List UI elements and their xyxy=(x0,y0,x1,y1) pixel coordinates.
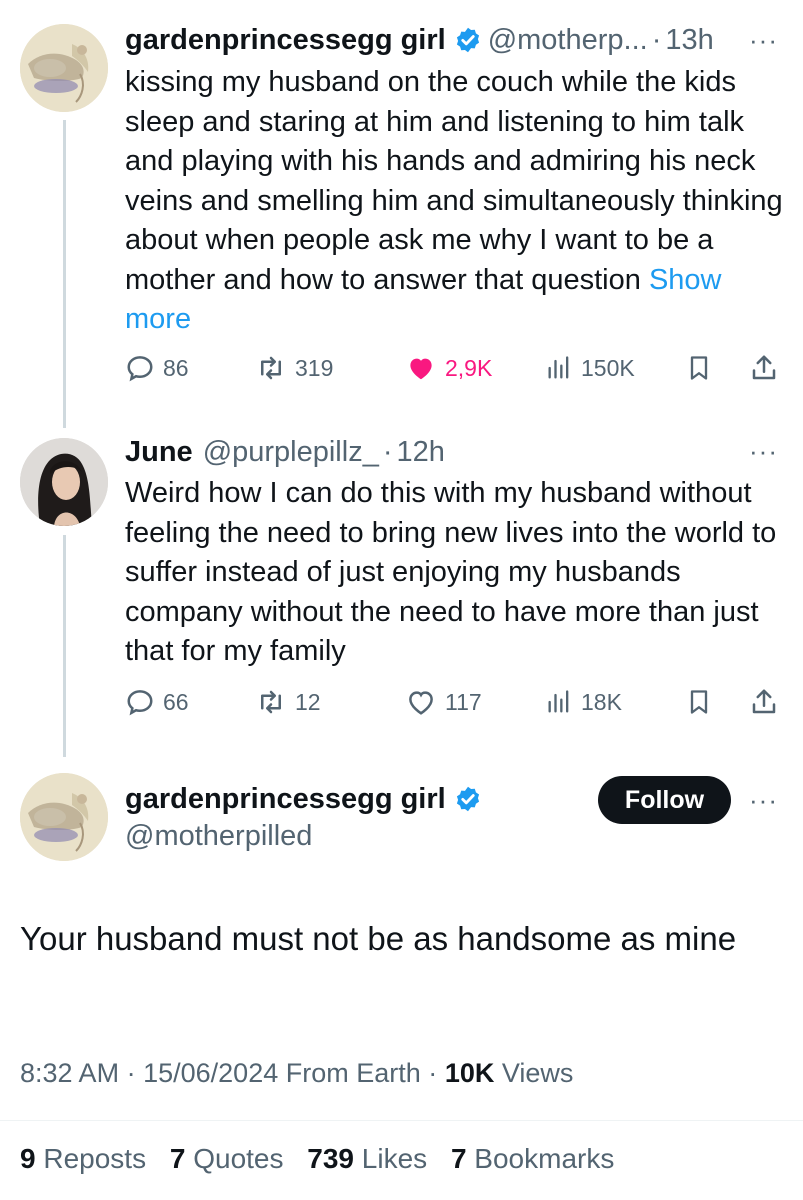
verified-badge-icon xyxy=(454,26,482,54)
separator-dot: · xyxy=(382,436,393,468)
display-name[interactable]: gardenprincessegg girl xyxy=(125,781,446,817)
engagement-stats: 9 Reposts 7 Quotes 739 Likes 7 Bookmarks xyxy=(20,1143,630,1175)
post-text: Weird how I can do this with my husband … xyxy=(125,477,777,667)
views-count: 18K xyxy=(581,688,622,715)
bookmark-icon xyxy=(690,690,708,714)
reply-button[interactable]: 66 xyxy=(125,682,189,722)
post-header: gardenprincessegg girl @motherp... · 13h xyxy=(125,22,714,58)
thread-line xyxy=(63,535,66,757)
divider xyxy=(0,1120,803,1121)
timestamp[interactable]: 12h xyxy=(397,434,445,470)
like-count: 117 xyxy=(445,688,482,715)
verified-badge-icon xyxy=(454,785,482,813)
views-chart-icon xyxy=(548,690,569,713)
more-options-icon[interactable]: ··· xyxy=(749,438,778,464)
views-count: 150K xyxy=(581,354,635,381)
action-bar: 86 319 2,9K 150K xyxy=(125,348,785,388)
post-text: Your husband must not be as handsome as … xyxy=(20,920,737,957)
like-button[interactable]: 2,9K xyxy=(405,348,492,388)
likes-label: Likes xyxy=(361,1143,428,1174)
vintage-illustration-image xyxy=(20,773,108,861)
action-bar: 66 12 117 18K xyxy=(125,682,785,722)
share-button[interactable] xyxy=(749,348,779,388)
reply-count: 86 xyxy=(163,354,189,381)
likes-stat[interactable]: 739 Likes xyxy=(307,1143,427,1174)
bookmarks-stat[interactable]: 7 Bookmarks xyxy=(451,1143,614,1174)
avatar[interactable] xyxy=(20,24,108,112)
reply-count: 66 xyxy=(163,688,189,715)
repost-count: 319 xyxy=(295,354,334,381)
display-name[interactable]: June xyxy=(125,434,193,470)
reposts-label: Reposts xyxy=(43,1143,147,1174)
post-date[interactable]: 15/06/2024 xyxy=(143,1058,278,1088)
more-options-icon[interactable]: ··· xyxy=(749,787,778,813)
timestamp[interactable]: 13h xyxy=(665,22,713,58)
repost-button[interactable]: 12 xyxy=(255,682,321,722)
views-count: 10K xyxy=(444,1058,495,1088)
post-meta: 8:32 AM · 15/06/2024 From Earth · 10K Vi… xyxy=(20,1058,573,1089)
post-text-content: kissing my husband on the couch while th… xyxy=(125,66,783,296)
repost-icon xyxy=(261,690,281,714)
handle[interactable]: @motherp... xyxy=(488,22,648,58)
share-button[interactable] xyxy=(749,682,779,722)
reply-button[interactable]: 86 xyxy=(125,348,189,388)
repost-button[interactable]: 319 xyxy=(255,348,333,388)
handle[interactable]: @purplepillz_ xyxy=(203,434,379,470)
share-icon xyxy=(752,689,776,714)
follow-button[interactable]: Follow xyxy=(598,776,731,824)
views-button[interactable]: 18K xyxy=(545,682,622,722)
quotes-label: Quotes xyxy=(193,1143,284,1174)
separator-dot: · xyxy=(651,24,662,56)
bookmarks-count: 7 xyxy=(450,1143,467,1174)
bookmarks-label: Bookmarks xyxy=(474,1143,615,1174)
bookmark-button[interactable] xyxy=(685,348,713,388)
like-count: 2,9K xyxy=(445,354,493,381)
thread-line xyxy=(63,120,66,428)
like-button[interactable]: 117 xyxy=(405,682,482,722)
reposts-stat[interactable]: 9 Reposts xyxy=(20,1143,146,1174)
quotes-count: 7 xyxy=(169,1143,186,1174)
handle[interactable]: @motherpilled xyxy=(125,818,312,854)
reply-icon xyxy=(127,356,153,382)
share-icon xyxy=(752,355,776,380)
post-text: kissing my husband on the couch while th… xyxy=(125,63,790,340)
likes-count: 739 xyxy=(307,1143,354,1174)
views-button[interactable]: 150K xyxy=(545,348,635,388)
post-header: gardenprincessegg girl xyxy=(125,781,488,817)
post-header: June @purplepillz_ · 12h xyxy=(125,434,445,470)
post-source: From Earth xyxy=(285,1058,421,1088)
bookmark-icon xyxy=(690,356,708,380)
repost-icon xyxy=(261,356,281,380)
heart-outline-icon xyxy=(409,691,433,715)
views-chart-icon xyxy=(548,356,569,379)
reposts-count: 9 xyxy=(20,1143,36,1174)
separator-dot: · xyxy=(126,1058,136,1088)
heart-filled-icon xyxy=(410,358,432,380)
quotes-stat[interactable]: 7 Quotes xyxy=(170,1143,284,1174)
separator-dot: · xyxy=(428,1058,438,1088)
views-label: Views xyxy=(501,1058,574,1088)
avatar[interactable] xyxy=(20,773,108,861)
repost-count: 12 xyxy=(295,688,321,715)
more-options-icon[interactable]: ··· xyxy=(749,27,778,53)
profile-photo-image xyxy=(20,438,108,526)
avatar[interactable] xyxy=(20,438,108,526)
post-time[interactable]: 8:32 AM xyxy=(20,1058,119,1088)
handle-line: @motherpilled xyxy=(125,818,312,854)
reply-icon xyxy=(127,690,153,716)
bookmark-button[interactable] xyxy=(685,682,713,722)
display-name[interactable]: gardenprincessegg girl xyxy=(125,22,446,58)
vintage-illustration-image xyxy=(20,24,108,112)
